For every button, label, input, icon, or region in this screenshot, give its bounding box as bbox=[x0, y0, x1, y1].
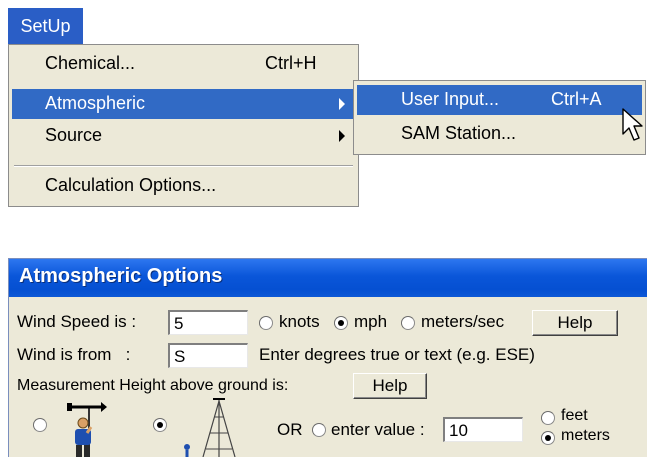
radio-meters[interactable] bbox=[541, 431, 555, 445]
radio-enter-value[interactable] bbox=[312, 423, 326, 437]
menu-item-source[interactable]: Source bbox=[12, 121, 355, 151]
menu-item-atmospheric[interactable]: Atmospheric bbox=[12, 89, 355, 119]
submenu-item-shortcut: Ctrl+A bbox=[551, 89, 602, 109]
meteorological-tower-icon bbox=[184, 398, 236, 457]
radio-knots[interactable] bbox=[259, 316, 273, 330]
measurement-height-input[interactable]: 10 bbox=[443, 417, 523, 442]
radio-height-tower[interactable] bbox=[153, 418, 167, 432]
wind-speed-help-button[interactable]: Help bbox=[532, 310, 618, 336]
window-titlebar[interactable]: Atmospheric Options bbox=[9, 259, 647, 297]
menu-item-label: Calculation Options... bbox=[45, 175, 217, 195]
radio-height-person[interactable] bbox=[33, 418, 47, 432]
wind-from-label: Wind is from : bbox=[17, 345, 131, 364]
wind-speed-label: Wind Speed is : bbox=[17, 312, 137, 331]
wind-direction-hint: Enter degrees true or text (e.g. ESE) bbox=[259, 345, 535, 364]
atmospheric-submenu: User Input... Ctrl+A SAM Station... bbox=[353, 80, 646, 155]
submenu-arrow-icon bbox=[339, 130, 345, 142]
window-title: Atmospheric Options bbox=[19, 265, 223, 287]
menu-item-label: Atmospheric bbox=[45, 93, 146, 113]
menu-item-chemical[interactable]: Chemical... Ctrl+H bbox=[12, 49, 355, 79]
submenu-item-label: User Input... bbox=[401, 89, 500, 109]
enter-value-label: enter value : bbox=[331, 420, 425, 439]
submenu-item-sam-station[interactable]: SAM Station... bbox=[357, 119, 642, 149]
or-label: OR bbox=[277, 420, 303, 439]
menu-setup-label: SetUp bbox=[20, 15, 71, 36]
radio-feet[interactable] bbox=[541, 411, 555, 425]
help-button-label: Help bbox=[372, 376, 408, 395]
submenu-item-label: SAM Station... bbox=[401, 123, 517, 143]
wind-direction-input[interactable]: S bbox=[168, 343, 248, 368]
menu-item-calculation-options[interactable]: Calculation Options... bbox=[12, 171, 355, 201]
person-with-windvane-icon bbox=[67, 402, 107, 457]
menu-item-shortcut: Ctrl+H bbox=[265, 53, 317, 73]
knots-label: knots bbox=[279, 312, 320, 331]
mouse-pointer-icon bbox=[622, 108, 643, 141]
wind-speed-input[interactable]: 5 bbox=[168, 310, 248, 335]
submenu-arrow-icon bbox=[339, 98, 345, 110]
radio-meters-per-sec[interactable] bbox=[401, 316, 415, 330]
submenu-item-user-input[interactable]: User Input... Ctrl+A bbox=[357, 85, 642, 115]
menu-item-label: Chemical... bbox=[45, 53, 136, 73]
mph-label: mph bbox=[354, 312, 388, 331]
radio-mph[interactable] bbox=[334, 316, 348, 330]
measurement-height-help-button[interactable]: Help bbox=[353, 373, 427, 399]
menu-separator bbox=[14, 165, 353, 167]
help-button-label: Help bbox=[557, 313, 593, 332]
measurement-height-label: Measurement Height above ground is: bbox=[17, 377, 289, 394]
meters-label: meters bbox=[561, 427, 610, 444]
meters-per-sec-label: meters/sec bbox=[421, 312, 505, 331]
setup-dropdown-menu: Chemical... Ctrl+H Atmospheric Source Ca… bbox=[8, 44, 359, 207]
atmospheric-options-window: Atmospheric Options Wind Speed is : 5 kn… bbox=[8, 258, 647, 457]
menu-setup[interactable]: SetUp bbox=[8, 8, 83, 44]
feet-label: feet bbox=[561, 407, 588, 424]
menu-item-label: Source bbox=[45, 125, 103, 145]
